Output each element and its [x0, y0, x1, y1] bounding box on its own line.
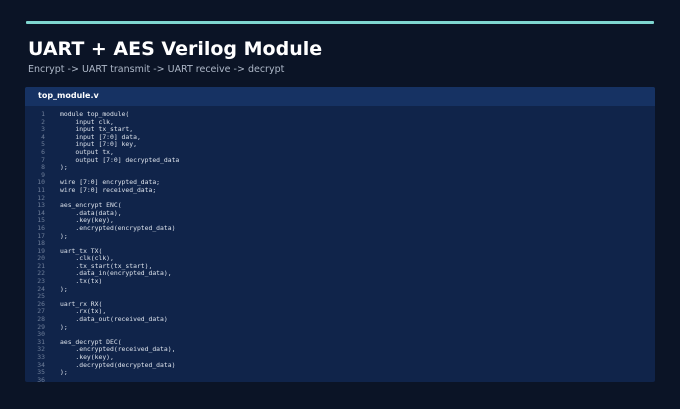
code-line: 24); — [25, 284, 655, 294]
code-line: 14 .data(data), — [25, 209, 655, 218]
code-line: 23 .tx(tx) — [25, 277, 655, 286]
code-text: ); — [60, 163, 68, 172]
page-subtitle: Encrypt -> UART transmit -> UART receive… — [28, 64, 285, 75]
line-number: 36 — [37, 375, 45, 382]
page: UART + AES Verilog Module Encrypt -> UAR… — [0, 0, 680, 409]
code-text: ); — [60, 322, 68, 331]
code-line: 28 .data_out(received_data) — [25, 315, 655, 324]
code-text: ); — [60, 368, 68, 377]
code-text: wire [7:0] received_data; — [60, 185, 157, 194]
code-line: 5 input [7:0] key, — [25, 141, 655, 149]
code-line: 8); — [25, 164, 655, 172]
code-line: 19 uart_tx TX( — [25, 247, 655, 256]
accent-bar — [26, 21, 654, 24]
code-line: 18 — [25, 239, 655, 248]
code-line: 16 .encrypted(encrypted_data) — [25, 223, 655, 233]
file-tab[interactable]: top_module.v — [38, 91, 99, 100]
code-line: 17); — [25, 231, 655, 241]
code-text: ); — [60, 231, 68, 240]
code-panel-header: top_module.v — [25, 87, 655, 106]
code-line: 26 uart_rx RX( — [25, 300, 655, 309]
code-line: 29); — [25, 322, 655, 332]
code-line: 36 — [25, 375, 655, 382]
code-panel: top_module.v 1 module top_module(2 input … — [25, 87, 655, 382]
code-line: 34 .decrypted(decrypted_data) — [25, 360, 655, 370]
code-text: .data_out(received_data) — [60, 315, 168, 324]
code-line: 11 wire [7:0] received_data; — [25, 185, 655, 195]
page-title: UART + AES Verilog Module — [28, 38, 323, 60]
code-line: 1 module top_module( — [25, 110, 655, 119]
code-line: 22 .data_in(encrypted_data), — [25, 270, 655, 278]
code-text: ); — [60, 284, 68, 293]
code-text: .encrypted(encrypted_data) — [60, 223, 176, 232]
code-text: .decrypted(decrypted_data) — [60, 360, 176, 369]
code-line: 7 output [7:0] decrypted_data — [25, 155, 655, 165]
code-area[interactable]: 1 module top_module(2 input clk, 3 input t… — [25, 110, 655, 382]
code-text: output [7:0] decrypted_data — [60, 155, 180, 164]
code-line: 25 — [25, 293, 655, 301]
code-line: 35); — [25, 369, 655, 377]
code-line: 32 .encrypted(received_data), — [25, 346, 655, 354]
